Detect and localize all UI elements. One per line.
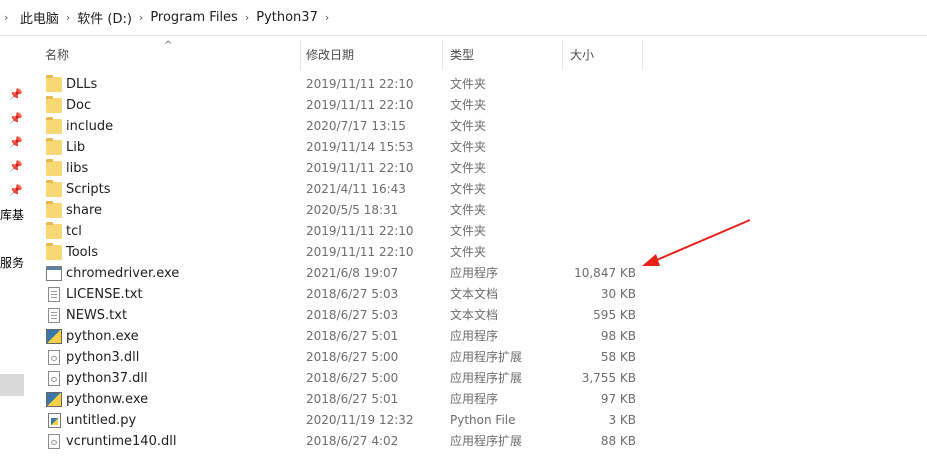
arrow-head-icon: [642, 254, 660, 266]
arrow-shaft: [651, 219, 751, 263]
annotation-arrow: [642, 219, 751, 266]
